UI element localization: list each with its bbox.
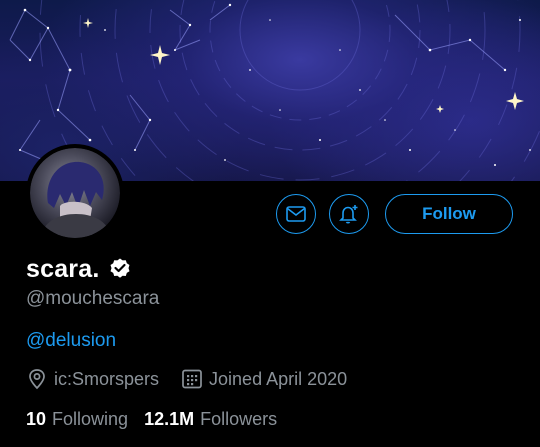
followers-count: 12.1M	[144, 408, 195, 429]
profile-page: Follow scara. @mouchescara @delusion ic:…	[0, 0, 540, 447]
followers-link[interactable]: 12.1M Followers	[144, 409, 277, 430]
joined-date: Joined April 2020	[209, 368, 348, 389]
verified-badge-icon[interactable]	[108, 257, 132, 281]
location-pin-icon	[26, 368, 48, 390]
envelope-icon	[286, 206, 306, 222]
avatar[interactable]	[26, 144, 124, 242]
calendar-icon	[181, 368, 203, 390]
following-label: Following	[52, 408, 129, 429]
avatar-image	[30, 148, 120, 238]
location-item: ic:Smorspers	[26, 368, 159, 390]
name-row: scara.	[26, 253, 132, 285]
location-text: ic:Smorspers	[54, 368, 160, 389]
joined-item: Joined April 2020	[181, 368, 347, 390]
following-link[interactable]: 10 Following	[26, 409, 128, 430]
bell-plus-icon	[338, 203, 360, 225]
profile-meta: ic:Smorspers Joined April 2020	[26, 367, 347, 391]
notify-button[interactable]	[329, 194, 369, 234]
message-button[interactable]	[276, 194, 316, 234]
followers-label: Followers	[200, 408, 278, 429]
bio-mention-link[interactable]: @delusion	[26, 330, 116, 352]
follow-button[interactable]: Follow	[385, 194, 513, 234]
following-count: 10	[26, 408, 47, 429]
user-handle: @mouchescara	[26, 288, 160, 309]
follow-stats: 10 Following 12.1M Followers	[26, 407, 277, 431]
display-name: scara.	[26, 254, 100, 283]
